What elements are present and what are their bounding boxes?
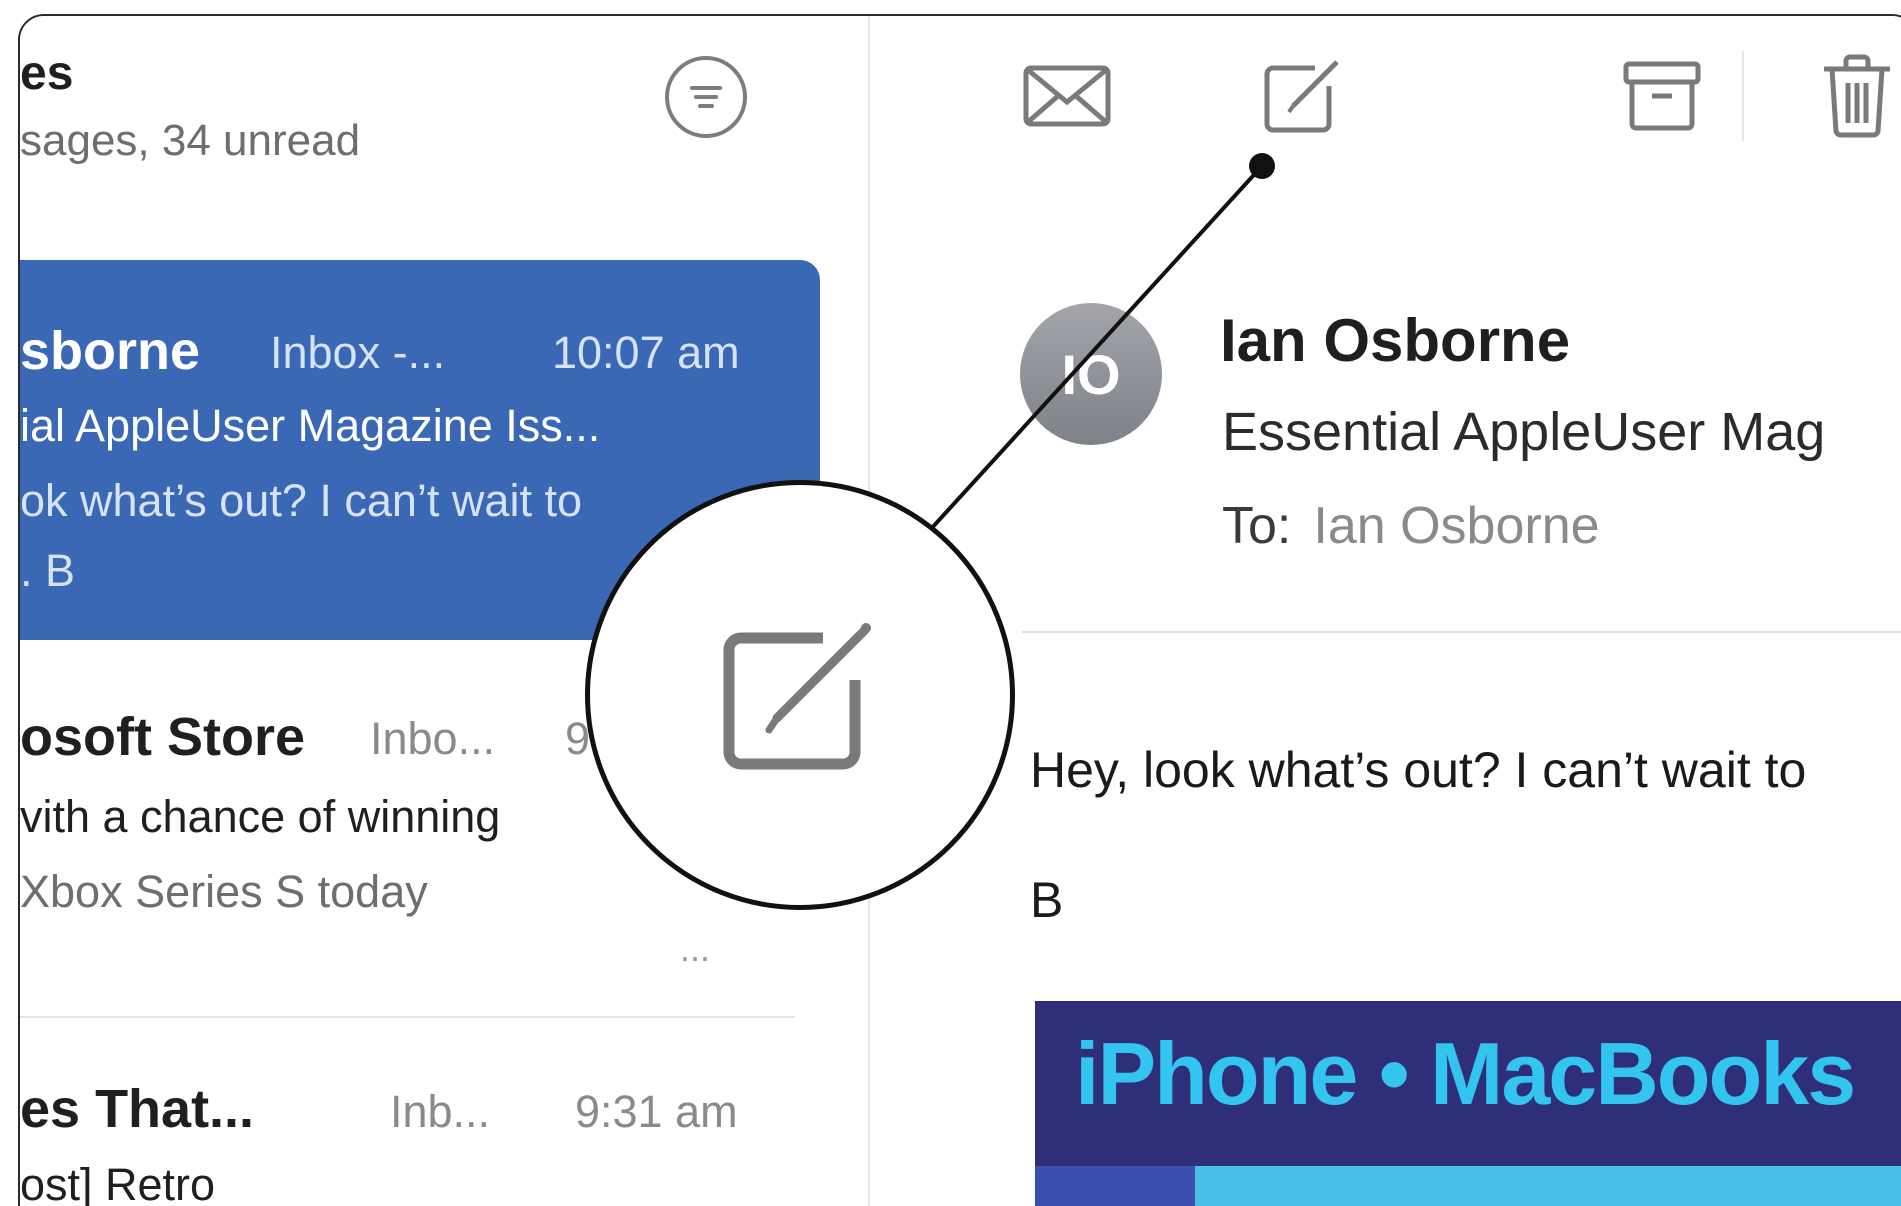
banner-strip-accent <box>1035 1166 1195 1206</box>
message-preview: ok what’s out? I can’t wait to <box>20 475 582 526</box>
envelope-icon <box>1023 65 1111 127</box>
message-subject: ost] Retro <box>20 1159 216 1206</box>
message-mailbox: Inbo... <box>370 713 496 764</box>
email-subject: Essential AppleUser Mag <box>1222 402 1826 462</box>
compose-button[interactable] <box>1255 46 1355 146</box>
email-body-line: Hey, look what’s out? I can’t wait to <box>1030 742 1807 798</box>
archive-button[interactable] <box>1612 46 1712 146</box>
delete-button[interactable] <box>1807 46 1901 146</box>
message-subject: vith a chance of winning <box>20 791 501 842</box>
to-label: To: <box>1222 497 1292 555</box>
filter-icon <box>690 86 722 108</box>
compose-icon <box>1264 60 1339 133</box>
message-sender: es That... <box>20 1079 255 1139</box>
mailbox-count: sages, 34 unread <box>20 116 361 165</box>
message-mailbox: Inb... <box>390 1086 491 1137</box>
email-sender[interactable]: Ian Osborne <box>1220 306 1570 375</box>
recipient-name[interactable]: Ian Osborne <box>1313 497 1599 555</box>
message-sender: osoft Store <box>20 707 306 767</box>
recipient-row: To: Ian Osborne <box>1222 496 1600 556</box>
filter-button[interactable] <box>665 56 747 138</box>
email-body-signoff: B <box>1030 872 1064 928</box>
magazine-banner-image[interactable]: iPhone • MacBooks <box>1035 1001 1901 1206</box>
avatar: IO <box>1020 303 1162 445</box>
message-sender: sborne <box>20 321 201 381</box>
compose-icon <box>723 623 871 770</box>
message-time: 9:31 am <box>575 1086 738 1137</box>
toolbar-divider <box>1742 51 1744 141</box>
message-subject: ial AppleUser Magazine Iss... <box>20 400 601 451</box>
message-preview-line2: . B <box>20 545 76 596</box>
message-mailbox: Inbox -... <box>270 327 446 378</box>
mailbox-title: es <box>20 47 74 100</box>
reply-envelope-button[interactable] <box>1012 46 1122 146</box>
list-divider <box>20 1016 795 1018</box>
message-time: 10:07 am <box>552 327 740 378</box>
header-divider <box>1022 631 1901 633</box>
list-item[interactable]: es That... Inb... 9:31 am ost] Retro <box>20 1056 820 1206</box>
compose-zoom-callout <box>585 480 1015 910</box>
more-indicator: ... <box>680 928 711 969</box>
trash-icon <box>1824 54 1890 138</box>
reading-pane: IO Ian Osborne Essential AppleUser Mag T… <box>872 16 1901 1206</box>
banner-headline: iPhone • MacBooks <box>1075 1024 1856 1123</box>
screenshot-stage: es sages, 34 unread sborne Inbox -... 10… <box>0 0 1901 1206</box>
message-preview: Xbox Series S today <box>20 866 428 917</box>
archive-icon <box>1623 61 1701 131</box>
